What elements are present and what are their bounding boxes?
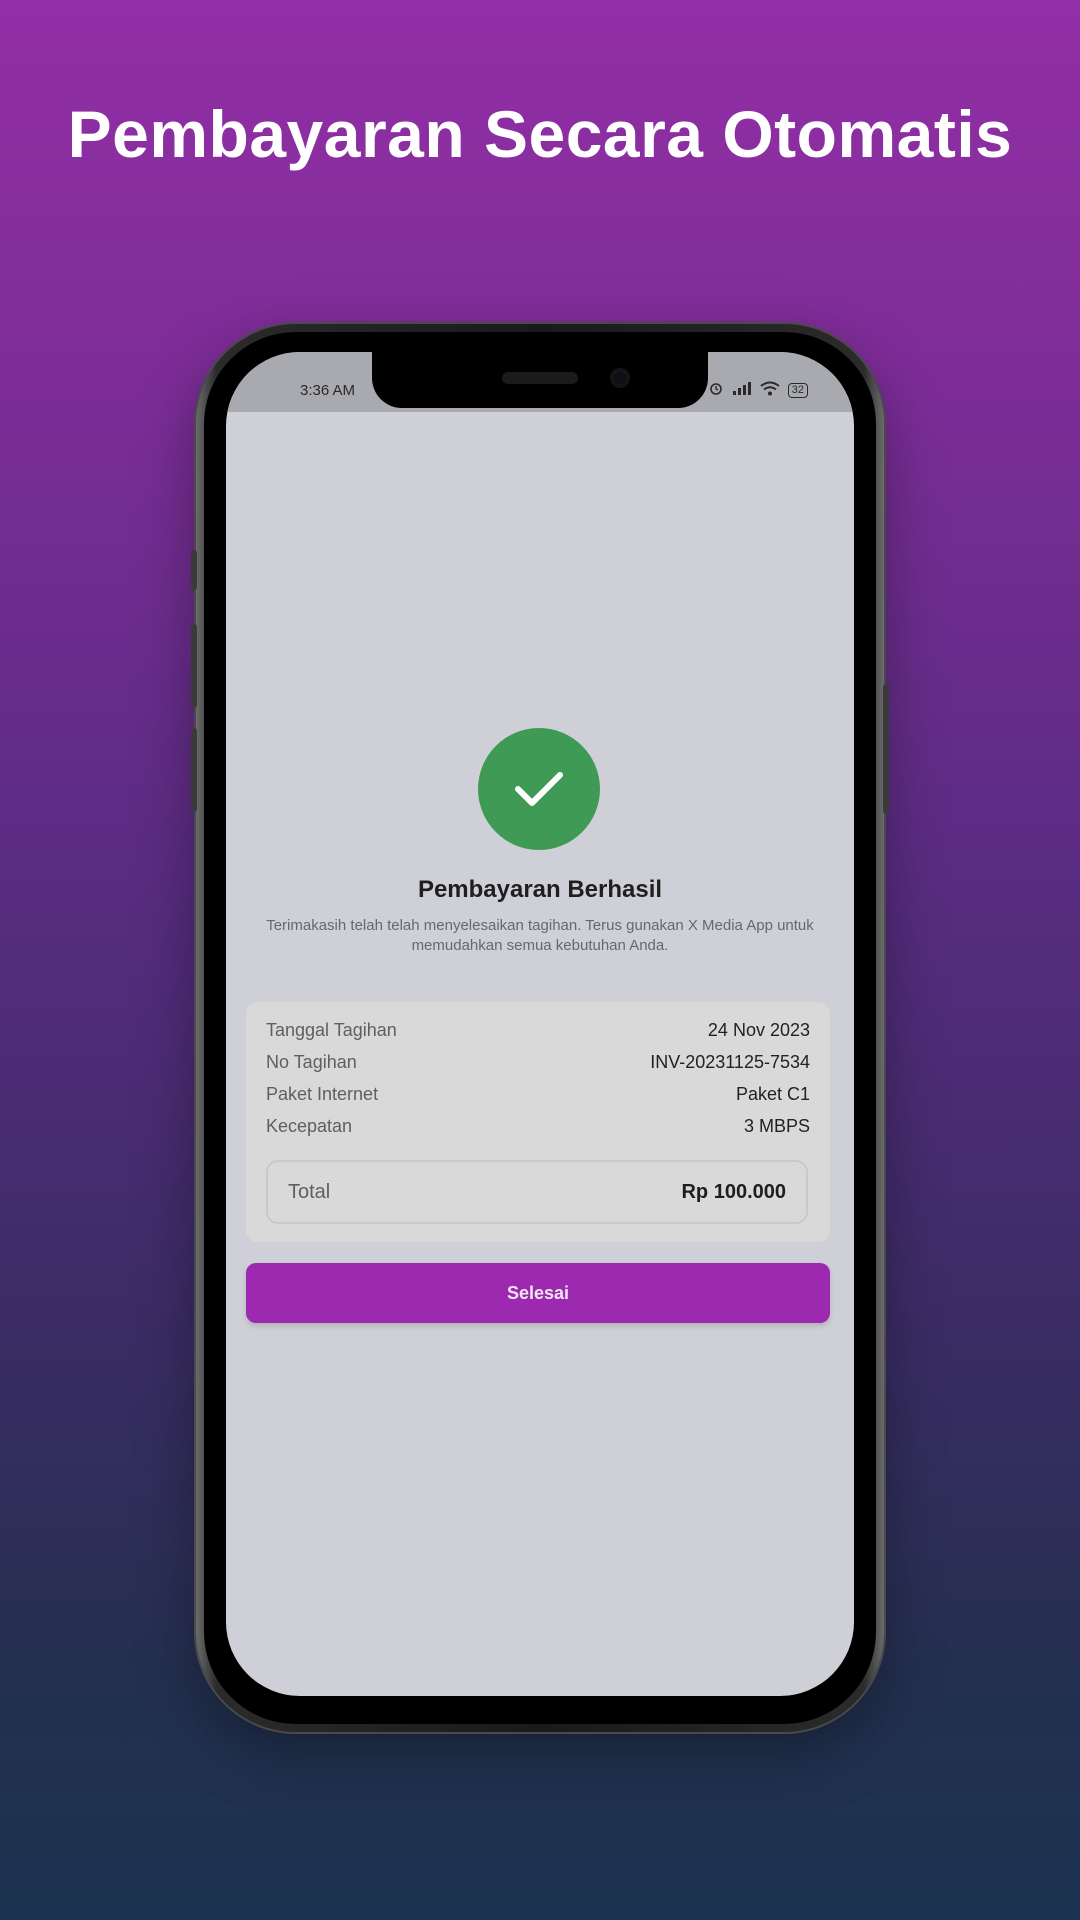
detail-value: 3 MBPS	[743, 1116, 810, 1136]
phone-volume-down	[191, 728, 197, 812]
detail-row-date: Tanggal Tagihan 24 Nov 2023	[266, 1020, 810, 1041]
detail-label: No Tagihan	[266, 1052, 357, 1072]
invoice-details-card: Tanggal Tagihan 24 Nov 2023 No Tagihan I…	[246, 1002, 830, 1242]
wifi-icon	[760, 381, 780, 400]
total-label: Total	[288, 1180, 331, 1203]
done-button[interactable]: Selesai	[246, 1263, 830, 1323]
status-time: 3:36 AM	[300, 382, 356, 399]
detail-row-invoice-number: No Tagihan INV-20231125-7534	[266, 1052, 810, 1073]
total-amount: Rp 100.000	[681, 1180, 786, 1203]
phone-screen: 3:36 AM 32 Pembayaran Berhasil Terimakas…	[226, 352, 854, 1696]
detail-label: Tanggal Tagihan	[266, 1020, 397, 1040]
phone-notch	[372, 352, 708, 408]
payment-success-title: Pembayaran Berhasil	[417, 876, 663, 903]
total-box: Total Rp 100.000	[266, 1160, 808, 1224]
detail-value: 24 Nov 2023	[707, 1020, 810, 1040]
status-icons: 32	[708, 380, 808, 400]
phone-power-button	[883, 684, 889, 814]
detail-value: INV-20231125-7534	[650, 1052, 810, 1072]
promo-headline: Pembayaran Secara Otomatis	[67, 97, 1013, 171]
detail-label: Paket Internet	[266, 1084, 379, 1104]
phone-volume-up	[191, 624, 197, 708]
detail-value: Paket C1	[735, 1084, 810, 1104]
alarm-icon	[708, 380, 724, 400]
phone-mockup: 3:36 AM 32 Pembayaran Berhasil Terimakas…	[191, 324, 889, 1732]
phone-silent-switch	[191, 550, 197, 590]
detail-label: Kecepatan	[266, 1116, 353, 1136]
speaker-grille	[502, 372, 578, 384]
payment-success-message: Terimakasih telah telah menyelesaikan ta…	[266, 917, 814, 954]
detail-row-speed: Kecepatan 3 MBPS	[266, 1116, 810, 1137]
front-camera	[610, 368, 630, 388]
signal-icon	[732, 381, 752, 399]
success-check-icon	[478, 728, 600, 850]
battery-icon: 32	[787, 382, 808, 398]
detail-row-package: Paket Internet Paket C1	[266, 1084, 810, 1105]
